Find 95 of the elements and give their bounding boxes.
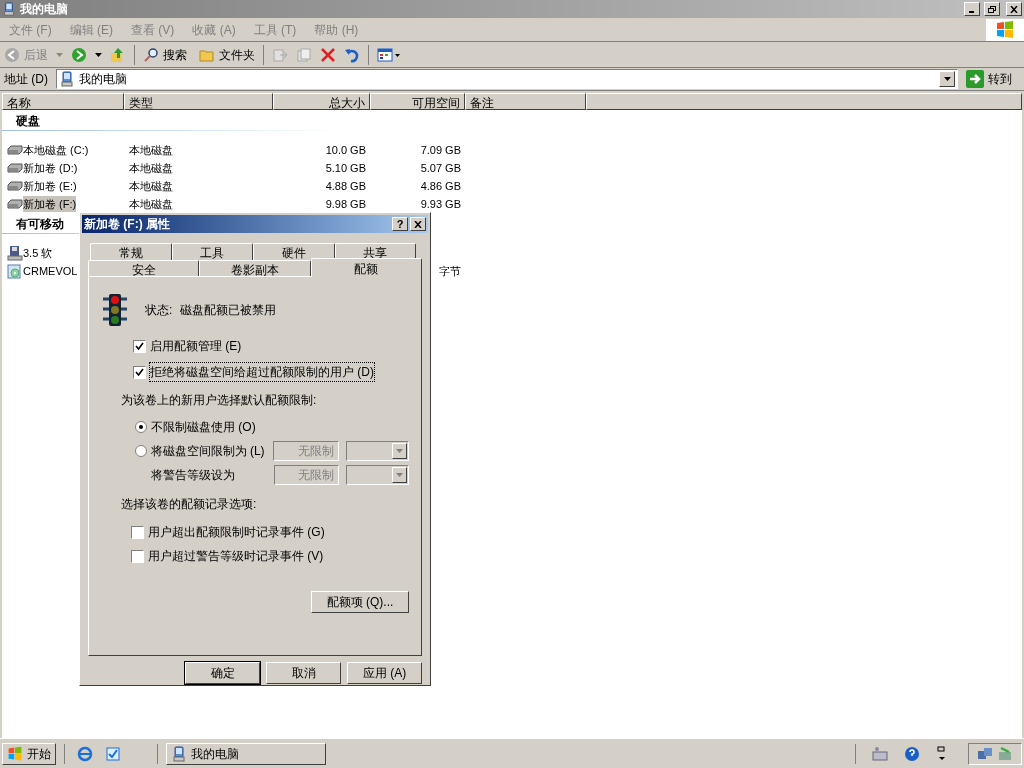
dropdown-icon[interactable] [95,52,102,57]
checkbox[interactable] [133,365,146,379]
radio-label[interactable]: 不限制磁盘使用 (O) [151,418,275,436]
windows-logo [986,18,1024,41]
caret-icon [943,77,951,81]
caret-icon [396,473,403,477]
checkbox[interactable] [131,525,144,539]
status-text: 磁盘配额已被禁用 [180,302,277,319]
total-size: 4.88 GB [325,179,366,192]
delete-icon[interactable] [320,46,336,63]
close-icon [414,220,422,228]
section-label: 选择该卷的配额记录选项: [121,496,258,513]
free-space: 7.09 GB [420,143,461,156]
tab[interactable]: 配额 [310,258,422,277]
total-size: 10.0 GB [325,143,366,156]
traffic-light-icon [101,293,129,327]
tab[interactable]: 工具 [171,243,253,260]
folders-button[interactable]: 文件夹 [219,45,255,64]
minimize-button[interactable] [964,2,980,16]
column-header[interactable]: 名称 [2,93,124,110]
computer-icon [2,2,16,16]
network-icon[interactable] [977,745,993,762]
address-label: 地址 (D) [4,71,48,88]
drive-type: 本地磁盘 [129,197,173,210]
hard-drive-icon [7,144,23,156]
radio-button[interactable] [135,445,147,457]
tab[interactable]: 安全 [88,260,200,277]
drive-name[interactable]: 新加卷 (F:) [23,195,77,213]
restore-icon [988,5,996,13]
hard-drive-icon [7,180,23,192]
total-size: 9.98 GB [325,197,366,210]
undo-icon[interactable] [344,46,360,63]
checkbox[interactable] [131,549,144,563]
browser-icon[interactable] [77,745,93,762]
free-space: 5.07 GB [420,161,461,174]
window-title: 我的电脑 [20,1,68,18]
go-button[interactable]: 转到 [988,70,1012,88]
tab[interactable]: 卷影副本 [199,260,311,277]
drive-type: 本地磁盘 [129,179,173,192]
quota-entries-button[interactable]: 配额项 (Q)... [311,591,409,613]
hard-drive-icon [7,198,23,210]
free-space: 9.93 GB [420,197,461,210]
drive-type: 本地磁盘 [129,161,173,174]
caret-icon [396,449,403,453]
radio-button[interactable] [135,421,147,433]
dialog-button[interactable]: 确定 [185,662,260,684]
section-label: 为该卷上的新用户选择默认配额限制: [121,392,318,409]
free-space: 4.86 GB [420,179,461,192]
dialog-title: 新加卷 (F:) 属性 [84,216,171,233]
checkbox-label[interactable]: 拒绝将磁盘空间给超过配额限制的用户 (D) [150,363,374,381]
go-arrow-icon [966,70,984,88]
help-icon[interactable] [904,745,920,762]
windows-logo-icon [7,745,23,762]
status-label: 状态: [145,302,173,319]
column-header[interactable]: 总大小 [273,93,370,110]
search-button[interactable]: 搜索 [163,45,187,64]
radio-label[interactable]: 将磁盘空间限制为 (L) [150,442,270,460]
close-button[interactable] [1006,2,1022,16]
address-field[interactable]: 我的电脑 [56,69,958,89]
free-space: 字节 [439,264,461,277]
floppy-drive-icon [7,245,23,261]
tab[interactable]: 常规 [90,243,172,260]
column-header[interactable]: 可用空间 [370,93,465,110]
column-header[interactable]: 备注 [465,93,586,110]
column-header[interactable] [586,93,1022,110]
drive-type: 本地磁盘 [129,143,173,156]
column-header[interactable]: 类型 [124,93,273,110]
start-button[interactable]: 开始 [2,742,56,765]
language-bar-icon[interactable] [936,745,948,762]
taskbar-button[interactable]: 我的电脑 [166,742,326,765]
hard-drive-icon [7,162,23,174]
warning-label: 将警告等级设为 [151,467,236,484]
computer-icon [171,745,187,762]
group-heading: 有可移动 [16,216,64,233]
checkbox-label[interactable]: 用户超过警告等级时记录事件 (V) [148,547,324,565]
unit-dropdown[interactable] [345,441,409,461]
checkbox[interactable] [133,339,146,353]
total-size: 5.10 GB [325,161,366,174]
cd-drive-icon [7,263,23,279]
group-heading: 硬盘 [16,113,40,130]
checkbox-label[interactable]: 用户超出配额限制时记录事件 (G) [148,523,325,541]
close-icon [1010,5,1018,13]
unit-dropdown[interactable] [345,465,409,485]
dialog-button[interactable]: 取消 [266,662,341,684]
drive-name[interactable]: 新加卷 (E:) [23,177,77,195]
help-button[interactable]: ? [392,217,408,231]
close-button[interactable] [410,217,426,231]
computer-icon [59,71,75,87]
checkbox-label[interactable]: 启用配额管理 (E) [150,337,242,355]
restore-button[interactable] [984,2,1000,16]
dialog-button[interactable]: 应用 (A) [347,662,422,684]
views-icon[interactable] [377,46,401,63]
drive-name[interactable]: 新加卷 (D:) [23,159,78,177]
search-icon [143,46,159,63]
dropdown-button[interactable] [939,71,955,87]
